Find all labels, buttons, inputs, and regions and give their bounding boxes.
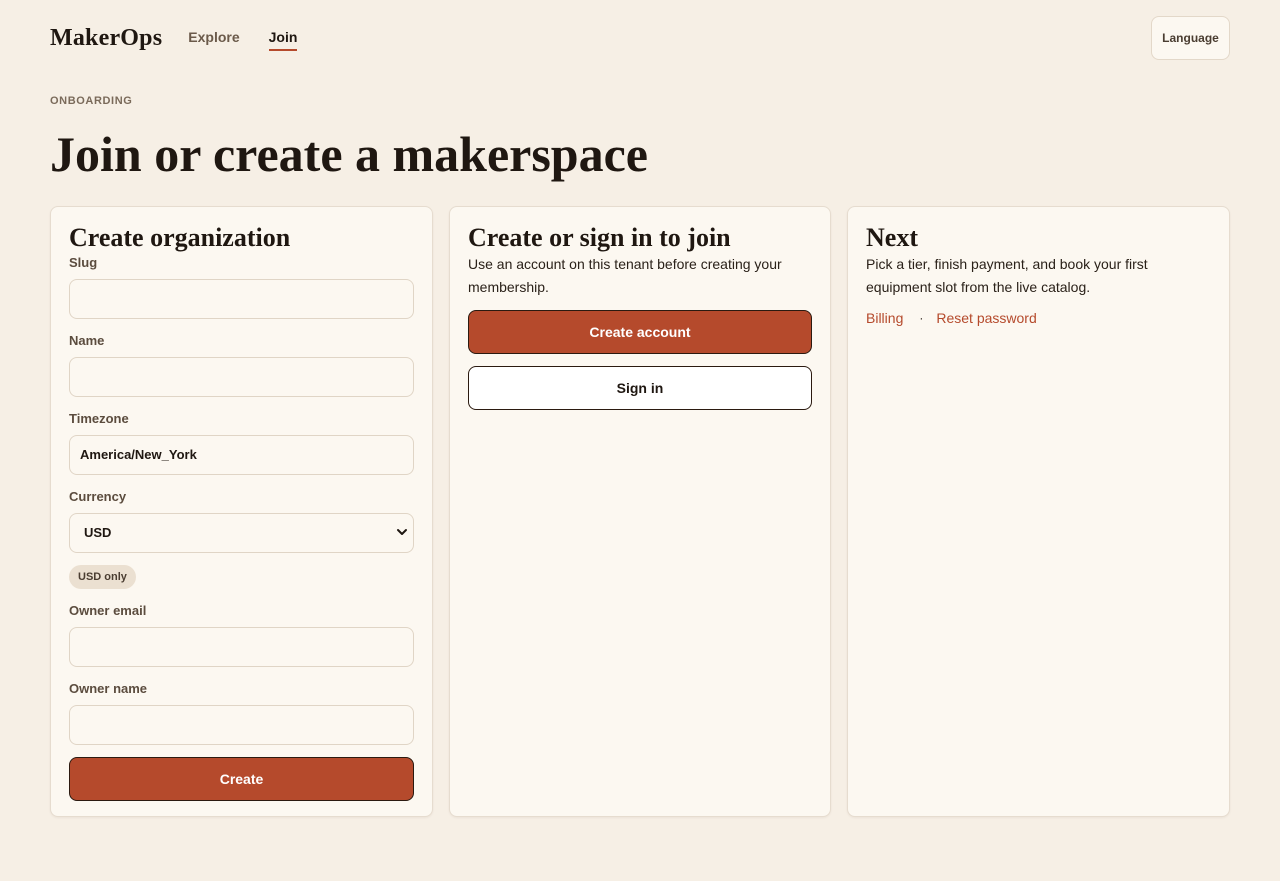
owner-name-field-group: Owner name xyxy=(69,681,414,745)
name-input[interactable] xyxy=(69,356,414,397)
currency-badge: USD only xyxy=(69,564,136,589)
currency-selected-value[interactable]: USD xyxy=(69,512,414,553)
owner-email-field-group: Owner email xyxy=(69,603,414,667)
next-card: Next Pick a tier, finish payment, and bo… xyxy=(847,206,1230,817)
slug-label: Slug xyxy=(69,254,98,270)
timezone-field-group: Timezone xyxy=(69,411,414,475)
link-separator: · xyxy=(919,310,924,325)
billing-link[interactable]: Billing xyxy=(866,310,903,326)
timezone-label: Timezone xyxy=(69,410,129,426)
sign-in-button[interactable]: Sign in xyxy=(468,365,812,410)
brand-logo[interactable]: MakerOps xyxy=(50,25,162,52)
owner-name-label: Owner name xyxy=(69,680,148,696)
name-field-group: Name xyxy=(69,333,414,397)
create-button[interactable]: Create xyxy=(69,756,414,801)
owner-email-label: Owner email xyxy=(69,602,147,618)
top-bar: MakerOps Explore Join Language xyxy=(50,16,1230,60)
page-title: Join or create a makerspace xyxy=(50,126,648,182)
reset-password-link[interactable]: Reset password xyxy=(936,310,1036,326)
next-description: Pick a tier, finish payment, and book yo… xyxy=(866,255,1148,295)
currency-field-group: Currency USD USD only xyxy=(69,489,414,589)
join-description: Use an account on this tenant before cre… xyxy=(468,255,782,295)
name-label: Name xyxy=(69,332,105,348)
join-heading: Create or sign in to join xyxy=(468,223,731,252)
chevron-down-icon xyxy=(397,528,407,535)
currency-label: Currency xyxy=(69,488,127,504)
create-organization-card: Create organization Slug Name Timezone C… xyxy=(50,206,433,817)
next-heading: Next xyxy=(866,223,918,252)
next-links: Billing · Reset password xyxy=(866,310,1211,326)
language-button[interactable]: Language xyxy=(1151,16,1230,60)
timezone-input[interactable] xyxy=(69,434,414,475)
nav-join[interactable]: Join xyxy=(268,29,297,51)
currency-select[interactable]: USD xyxy=(69,512,414,553)
create-organization-heading: Create organization xyxy=(69,223,291,252)
nav-explore[interactable]: Explore xyxy=(188,29,239,47)
slug-field-group: Slug xyxy=(69,255,414,319)
slug-input[interactable] xyxy=(69,278,414,319)
eyebrow-label: ONBOARDING xyxy=(50,95,133,107)
join-card: Create or sign in to join Use an account… xyxy=(449,206,831,817)
owner-name-input[interactable] xyxy=(69,704,414,745)
owner-email-input[interactable] xyxy=(69,626,414,667)
create-account-button[interactable]: Create account xyxy=(468,309,812,354)
main-nav: Explore Join xyxy=(188,29,297,51)
